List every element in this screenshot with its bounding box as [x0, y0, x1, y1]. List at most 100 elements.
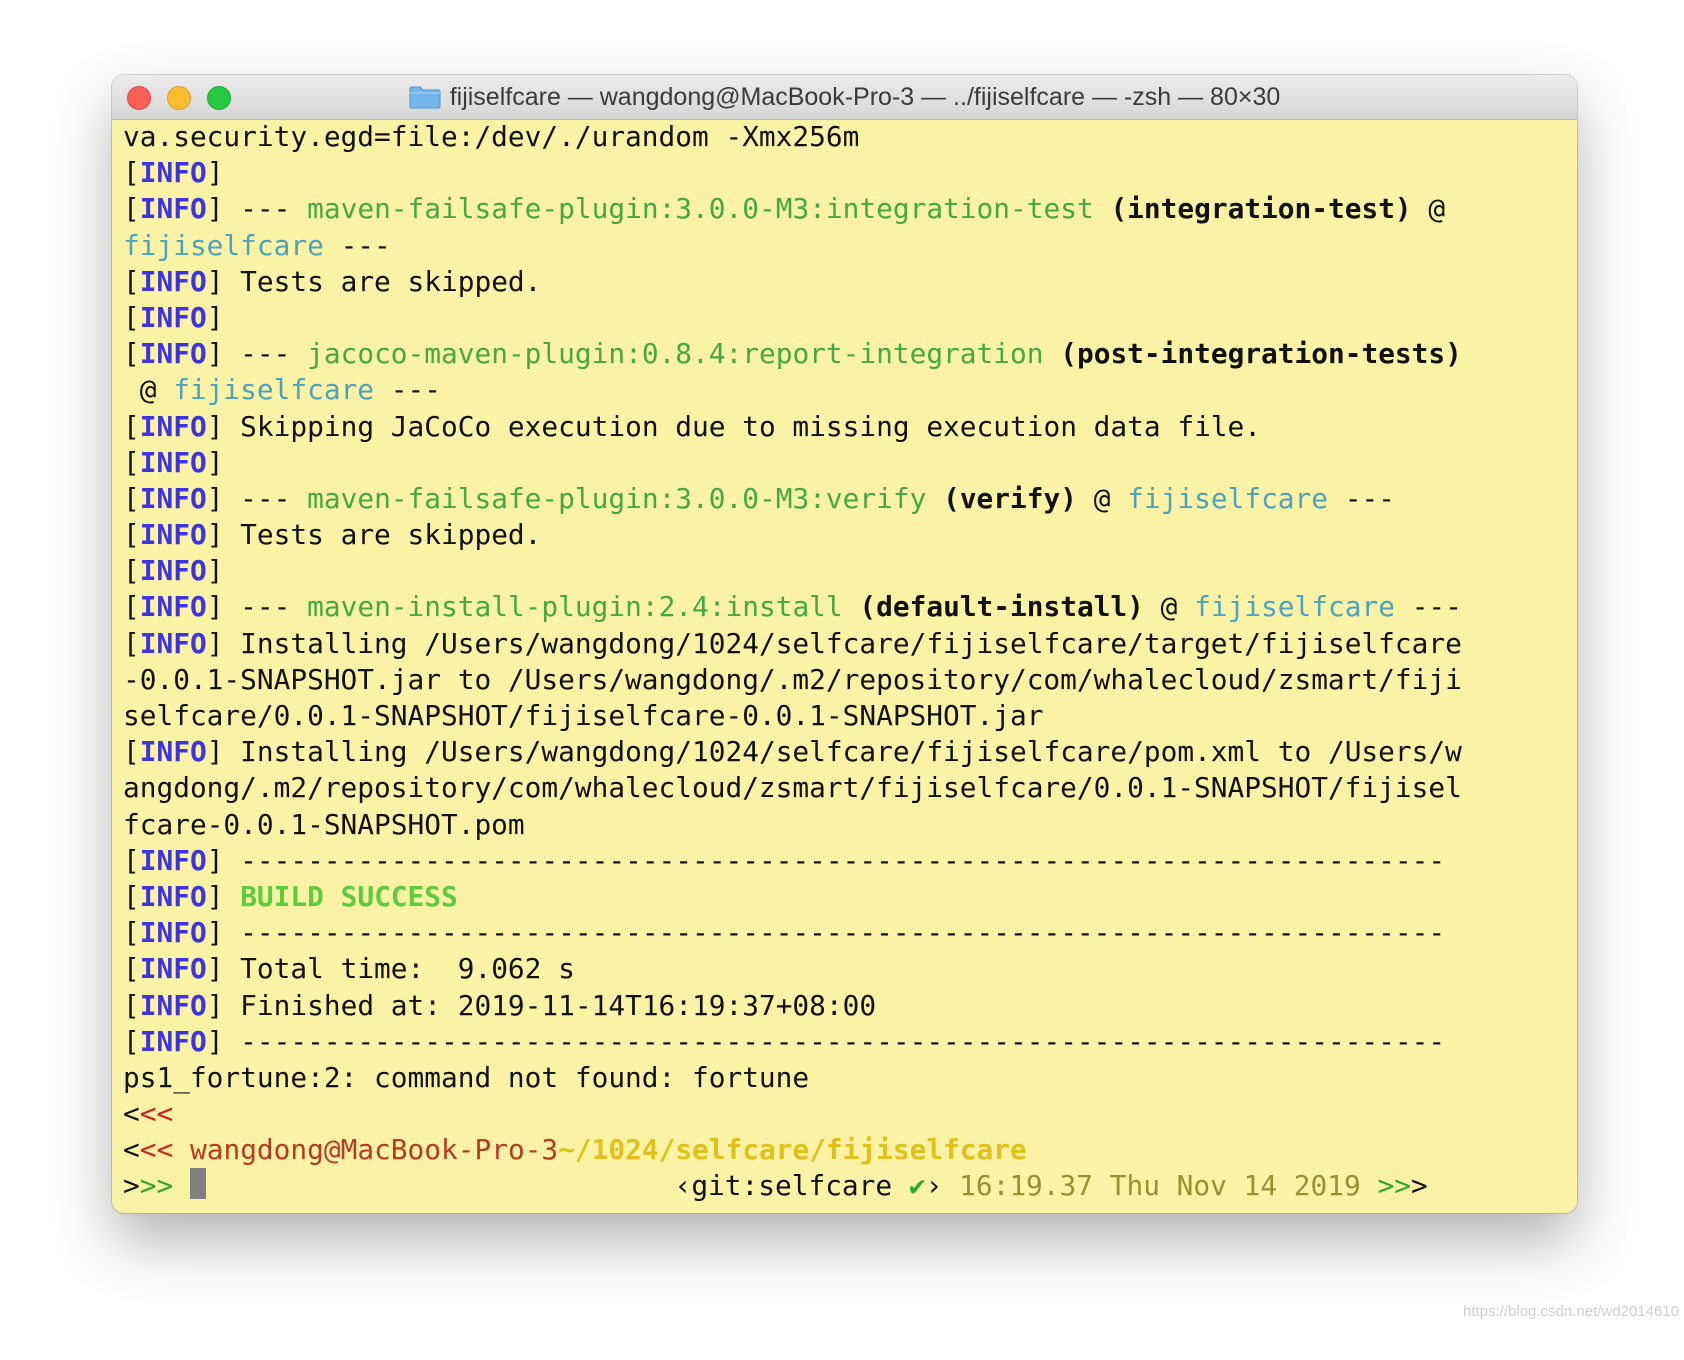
text-segment: BUILD SUCCESS	[240, 879, 458, 913]
terminal-line: [INFO]	[123, 300, 1577, 336]
terminal-line: [INFO] --- maven-install-plugin:2.4:inst…	[123, 589, 1577, 625]
text-segment: [	[123, 988, 140, 1022]
text-segment: [	[123, 554, 140, 588]
text-segment: ] --------------------------------------…	[206, 1024, 1446, 1058]
terminal-output[interactable]: va.security.egd=file:/dev/./urandom -Xmx…	[123, 119, 1577, 1213]
terminal-line: -0.0.1-SNAPSHOT.jar to /Users/wangdong/.…	[123, 662, 1577, 698]
text-segment: ‹git:selfcare	[674, 1169, 909, 1203]
text-segment: INFO	[139, 264, 207, 298]
text-segment: ]	[206, 156, 224, 190]
terminal-line: va.security.egd=file:/dev/./urandom -Xmx…	[123, 119, 1577, 155]
text-segment: [	[123, 518, 140, 552]
text-segment: >	[123, 1169, 140, 1203]
text-segment: INFO	[139, 626, 207, 660]
text-segment: INFO	[139, 590, 207, 624]
text-segment: ]	[206, 879, 241, 913]
text-segment: >	[1411, 1169, 1428, 1203]
text-segment: ] --------------------------------------…	[206, 843, 1446, 877]
terminal-line: selfcare/0.0.1-SNAPSHOT/fijiselfcare-0.0…	[123, 698, 1577, 734]
text-segment: angdong/.m2/repository/com/whalecloud/zs…	[123, 771, 1462, 805]
text-segment: 16:19.37 Thu Nov 14 2019	[959, 1169, 1361, 1203]
text-segment: INFO	[139, 952, 207, 986]
terminal-line: [INFO] ---------------------------------…	[123, 915, 1577, 951]
text-segment: INFO	[139, 409, 207, 443]
text-segment: <	[123, 1097, 140, 1131]
terminal-line: [INFO]	[123, 445, 1577, 481]
text-segment: @	[1143, 590, 1195, 624]
text-segment: ] ---	[206, 192, 308, 226]
text-segment: [	[123, 1024, 140, 1058]
text-segment: fijiselfcare	[173, 373, 375, 407]
text-segment: INFO	[139, 481, 207, 515]
terminal-line: [INFO] Installing /Users/wangdong/1024/s…	[123, 734, 1577, 770]
text-segment: INFO	[139, 916, 207, 950]
terminal-line: [INFO] Skipping JaCoCo execution due to …	[123, 409, 1577, 445]
text-segment: [	[123, 409, 140, 443]
text-segment: [	[123, 300, 140, 334]
terminal-line: [INFO] BUILD SUCCESS	[123, 879, 1577, 915]
text-segment: [	[123, 445, 140, 479]
text-segment: INFO	[139, 554, 207, 588]
terminal-line: [INFO] --- jacoco-maven-plugin:0.8.4:rep…	[123, 336, 1577, 372]
text-segment	[1043, 337, 1060, 370]
text-segment: [	[123, 843, 140, 877]
terminal-line: angdong/.m2/repository/com/whalecloud/zs…	[123, 770, 1577, 806]
terminal-line: [INFO]	[123, 155, 1577, 191]
text-segment: ›	[925, 1169, 960, 1203]
text-segment: INFO	[139, 879, 207, 913]
text-segment: ---	[374, 373, 441, 407]
text-segment: ] --------------------------------------…	[206, 916, 1446, 950]
text-segment: [	[123, 626, 140, 660]
text-segment: (default-install)	[859, 590, 1144, 624]
text-segment: INFO	[139, 518, 207, 552]
text-segment: ] Tests are skipped.	[206, 264, 542, 298]
window-title-text: fijiselfcare — wangdong@MacBook-Pro-3 — …	[449, 82, 1281, 111]
prompt-line[interactable]: >>> ‹git:selfcare ✔› 16:19.37 Thu Nov 14…	[123, 1168, 1577, 1204]
terminal-line: fcare-0.0.1-SNAPSHOT.pom	[123, 807, 1577, 843]
terminal-line: [INFO] ---------------------------------…	[123, 1024, 1577, 1060]
text-segment: [	[123, 337, 140, 371]
text-segment: ] Total time: 9.062 s	[206, 952, 575, 986]
terminal-line: ps1_fortune:2: command not found: fortun…	[123, 1060, 1577, 1096]
text-segment	[173, 1133, 190, 1166]
text-segment: INFO	[139, 192, 207, 226]
text-segment: wangdong@MacBook-Pro-3	[189, 1133, 559, 1167]
text-segment: ] ---	[206, 337, 308, 371]
text-segment: ] Installing /Users/wangdong/1024/selfca…	[206, 735, 1462, 769]
text-segment: ---	[323, 228, 391, 262]
text-segment: ✔	[908, 1169, 926, 1203]
text-segment: maven-failsafe-plugin:3.0.0-M3:integrati…	[307, 192, 1094, 226]
text-segment: INFO	[139, 1024, 207, 1058]
text-segment: ] Skipping JaCoCo execution due to missi…	[206, 409, 1262, 443]
text-segment: INFO	[139, 156, 207, 190]
text-segment: selfcare/0.0.1-SNAPSHOT/fijiselfcare-0.0…	[123, 699, 1044, 732]
text-segment: INFO	[139, 735, 207, 769]
text-segment	[1094, 192, 1111, 225]
terminal-line: [INFO] Finished at: 2019-11-14T16:19:37+…	[123, 988, 1577, 1024]
text-segment: INFO	[139, 445, 207, 479]
terminal-line: [INFO] --- maven-failsafe-plugin:3.0.0-M…	[123, 481, 1577, 517]
text-segment: ps1_fortune:2: command not found: fortun…	[123, 1060, 810, 1094]
text-segment	[843, 590, 860, 623]
text-segment: fijiselfcare	[1194, 590, 1395, 624]
terminal-line: @ fijiselfcare ---	[123, 372, 1577, 408]
text-segment: ] ---	[206, 481, 308, 515]
text-segment: fijiselfcare	[123, 228, 324, 262]
text-segment: jacoco-maven-plugin:0.8.4:report-integra…	[307, 337, 1044, 371]
text-segment: >>	[139, 1169, 174, 1203]
terminal-line: <<<	[123, 1096, 1577, 1132]
text-segment: [	[123, 735, 140, 769]
text-segment: [	[123, 916, 140, 950]
terminal-line: [INFO] Tests are skipped.	[123, 264, 1577, 300]
text-segment: fijiselfcare	[1127, 481, 1329, 515]
cursor	[189, 1168, 206, 1200]
text-segment: ] Tests are skipped.	[206, 518, 542, 552]
text-segment: va.security.egd=file:/dev/./urandom -Xmx…	[123, 120, 860, 153]
text-segment: ]	[206, 445, 224, 479]
title-bar[interactable]: fijiselfcare — wangdong@MacBook-Pro-3 — …	[112, 75, 1577, 120]
terminal-line: [INFO]	[123, 553, 1577, 589]
text-segment: <<	[139, 1133, 174, 1167]
terminal-line: [INFO] Total time: 9.062 s	[123, 951, 1577, 987]
text-segment: @	[1411, 192, 1446, 226]
text-segment: [	[123, 879, 140, 913]
